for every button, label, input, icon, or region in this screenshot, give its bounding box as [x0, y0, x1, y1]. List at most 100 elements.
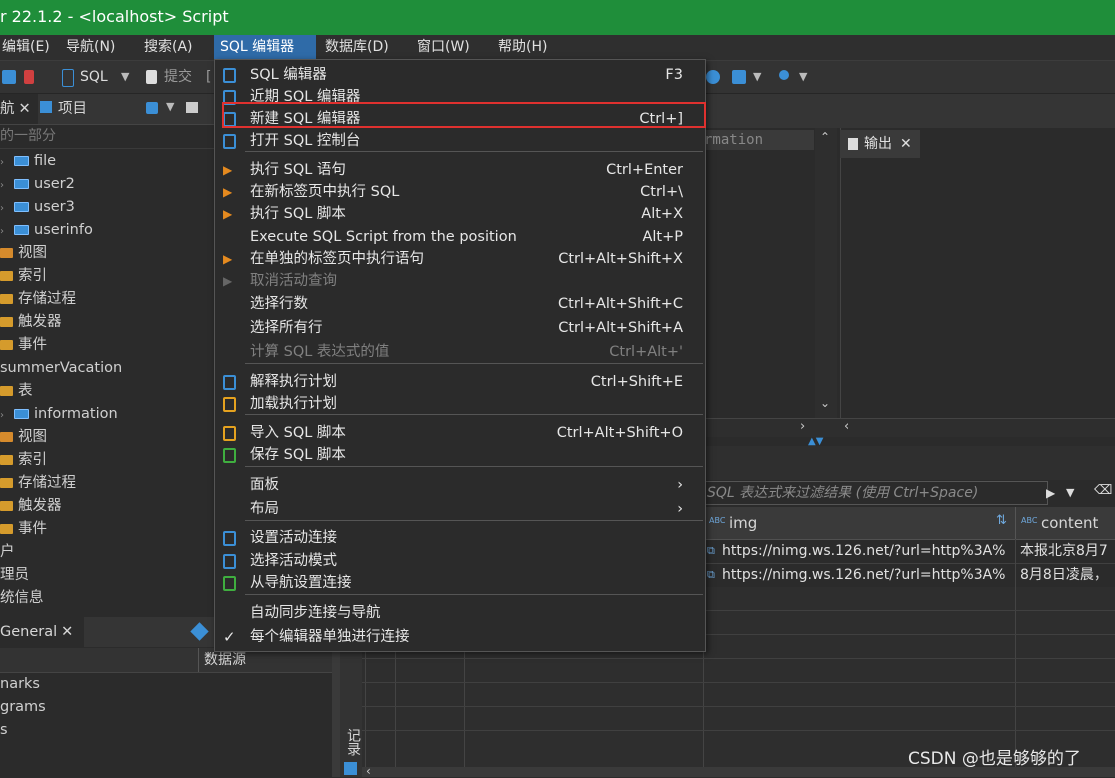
- dropdown-icon[interactable]: ▼: [166, 100, 174, 113]
- connect-icon[interactable]: [2, 70, 16, 84]
- menu-item[interactable]: 自动同步连接与导航: [215, 602, 705, 624]
- sql-dropdown-icon[interactable]: ▼: [121, 67, 129, 87]
- menu-item[interactable]: 选择活动模式: [215, 550, 705, 572]
- tree-item[interactable]: 事件: [0, 334, 47, 357]
- menu-item[interactable]: 选择所有行 Ctrl+Alt+Shift+A: [215, 317, 705, 339]
- table-row[interactable]: ⧉ https://nimg.ws.126.net/?url=http%3A% …: [704, 539, 1115, 564]
- menu-item[interactable]: 解释执行计划 Ctrl+Shift+E: [215, 371, 705, 393]
- transaction-icon[interactable]: [732, 70, 746, 84]
- settings-icon[interactable]: [190, 622, 209, 641]
- new-connection-icon[interactable]: [146, 102, 158, 114]
- tab-general[interactable]: General ✕: [0, 617, 84, 647]
- menu-item[interactable]: ▶ 执行 SQL 语句 Ctrl+Enter: [215, 159, 705, 181]
- menu-item[interactable]: 加载执行计划: [215, 393, 705, 415]
- tree-item[interactable]: › file: [0, 150, 56, 173]
- panel-resize-handle[interactable]: ▲▼: [808, 436, 848, 447]
- menu-item[interactable]: ✓ 每个编辑器单独进行连接: [215, 626, 705, 648]
- column-header-img[interactable]: img: [729, 507, 757, 539]
- results-filter-input[interactable]: SQL 表达式来过滤结果 (使用 Ctrl+Space): [704, 481, 1048, 505]
- properties-row[interactable]: narks: [0, 673, 40, 696]
- commit-icon[interactable]: [146, 70, 157, 84]
- menu-item[interactable]: SQL 编辑器 F3: [215, 64, 705, 86]
- disconnect-icon[interactable]: [24, 70, 34, 84]
- tree-item[interactable]: 存储过程: [0, 472, 76, 495]
- tree-item[interactable]: › userinfo: [0, 219, 93, 242]
- menu-window[interactable]: 窗口(W): [411, 35, 476, 60]
- tree-item[interactable]: › user2: [0, 173, 75, 196]
- tree-item[interactable]: 表: [0, 380, 33, 403]
- tab-navigator[interactable]: 航 ✕: [0, 94, 38, 124]
- expand-arrow-icon[interactable]: ›: [0, 404, 10, 427]
- menu-item[interactable]: 设置活动连接: [215, 527, 705, 549]
- cell-img[interactable]: https://nimg.ws.126.net/?url=http%3A%: [722, 563, 1014, 587]
- records-label[interactable]: 记录: [343, 728, 363, 756]
- close-icon[interactable]: ✕: [19, 101, 31, 117]
- menu-database[interactable]: 数据库(D): [319, 35, 395, 60]
- menu-item[interactable]: 打开 SQL 控制台: [215, 130, 705, 152]
- column-header-content[interactable]: content: [1041, 507, 1098, 539]
- tree-item[interactable]: 视图: [0, 426, 47, 449]
- tree-item[interactable]: 理员: [0, 564, 29, 587]
- scroll-right-icon[interactable]: ›: [800, 419, 805, 434]
- menu-item[interactable]: ▶ 在新标签页中执行 SQL Ctrl+\: [215, 181, 705, 203]
- tree-item[interactable]: 户: [0, 541, 15, 564]
- properties-row[interactable]: grams: [0, 696, 46, 719]
- scroll-up-icon[interactable]: ⌃: [820, 130, 830, 144]
- grid-icon[interactable]: [344, 762, 357, 775]
- table-row[interactable]: ⧉ https://nimg.ws.126.net/?url=http%3A% …: [704, 563, 1115, 588]
- menu-sql-editor[interactable]: SQL 编辑器: [214, 35, 316, 60]
- tree-item[interactable]: › information: [0, 403, 118, 426]
- sql-button[interactable]: SQL: [80, 67, 108, 87]
- cell-content[interactable]: 本报北京8月7: [1020, 539, 1115, 563]
- menu-item[interactable]: ▶ 执行 SQL 脚本 Alt+X: [215, 203, 705, 225]
- navigator-filter-input[interactable]: 的一部分: [0, 124, 214, 149]
- tree-item[interactable]: 视图: [0, 242, 47, 265]
- filter-history-icon[interactable]: ▼: [1066, 483, 1084, 503]
- menu-search[interactable]: 搜索(A): [138, 35, 199, 60]
- clear-filter-icon[interactable]: ⌫: [1094, 483, 1112, 499]
- expand-arrow-icon[interactable]: ›: [0, 151, 10, 174]
- properties-row[interactable]: s: [0, 719, 8, 742]
- menu-item[interactable]: 导入 SQL 脚本 Ctrl+Alt+Shift+O: [215, 422, 705, 444]
- scroll-down-icon[interactable]: ⌄: [820, 396, 830, 410]
- folder-icon[interactable]: [186, 102, 198, 113]
- tree-item[interactable]: 触发器: [0, 311, 62, 334]
- sql-editor-icon[interactable]: [62, 69, 74, 87]
- close-icon[interactable]: ✕: [900, 136, 912, 152]
- close-icon[interactable]: ✕: [61, 624, 73, 640]
- scroll-left-icon[interactable]: ‹: [844, 419, 849, 434]
- horizontal-scrollbar[interactable]: › ‹: [704, 418, 1115, 437]
- menu-item[interactable]: 保存 SQL 脚本: [215, 444, 705, 466]
- transaction-dropdown-icon[interactable]: ▼: [753, 67, 761, 87]
- tree-item[interactable]: 索引: [0, 449, 47, 472]
- menu-edit[interactable]: 编辑(E): [0, 35, 56, 60]
- expand-arrow-icon[interactable]: ›: [0, 220, 10, 243]
- dashboard-icon[interactable]: [706, 70, 720, 84]
- tree-item[interactable]: 存储过程: [0, 288, 76, 311]
- tab-projects[interactable]: 项目: [58, 94, 87, 124]
- scroll-left-icon[interactable]: ‹: [366, 764, 371, 778]
- tree-item[interactable]: 统信息: [0, 587, 44, 610]
- menu-item[interactable]: Execute SQL Script from the position Alt+…: [215, 226, 705, 248]
- search-icon[interactable]: [779, 70, 789, 80]
- menu-item[interactable]: ▶ 在单独的标签页中执行语句 Ctrl+Alt+Shift+X: [215, 248, 705, 270]
- tree-item[interactable]: 事件: [0, 518, 47, 541]
- menu-navigate[interactable]: 导航(N): [60, 35, 121, 60]
- tree-item[interactable]: 索引: [0, 265, 47, 288]
- filter-apply-icon[interactable]: ▶: [1046, 483, 1064, 503]
- menu-help[interactable]: 帮助(H): [492, 35, 553, 60]
- tree-item[interactable]: summerVacation: [0, 357, 122, 380]
- editor-scrollbar[interactable]: ⌃ ⌄: [815, 128, 837, 418]
- commit-button[interactable]: 提交: [164, 67, 192, 87]
- tree-item[interactable]: › user3: [0, 196, 75, 219]
- cell-content[interactable]: 8月8日凌晨，: [1020, 563, 1115, 587]
- menu-item[interactable]: 面板 ›: [215, 474, 705, 496]
- sort-icon[interactable]: ⇅: [996, 513, 1007, 528]
- expand-arrow-icon[interactable]: ›: [0, 174, 10, 197]
- menu-item[interactable]: 选择行数 Ctrl+Alt+Shift+C: [215, 293, 705, 315]
- menu-item[interactable]: 布局 ›: [215, 498, 705, 520]
- expand-arrow-icon[interactable]: ›: [0, 197, 10, 220]
- search-dropdown-icon[interactable]: ▼: [799, 67, 807, 87]
- tree-item[interactable]: 触发器: [0, 495, 62, 518]
- vertical-scrollbar[interactable]: [332, 647, 340, 777]
